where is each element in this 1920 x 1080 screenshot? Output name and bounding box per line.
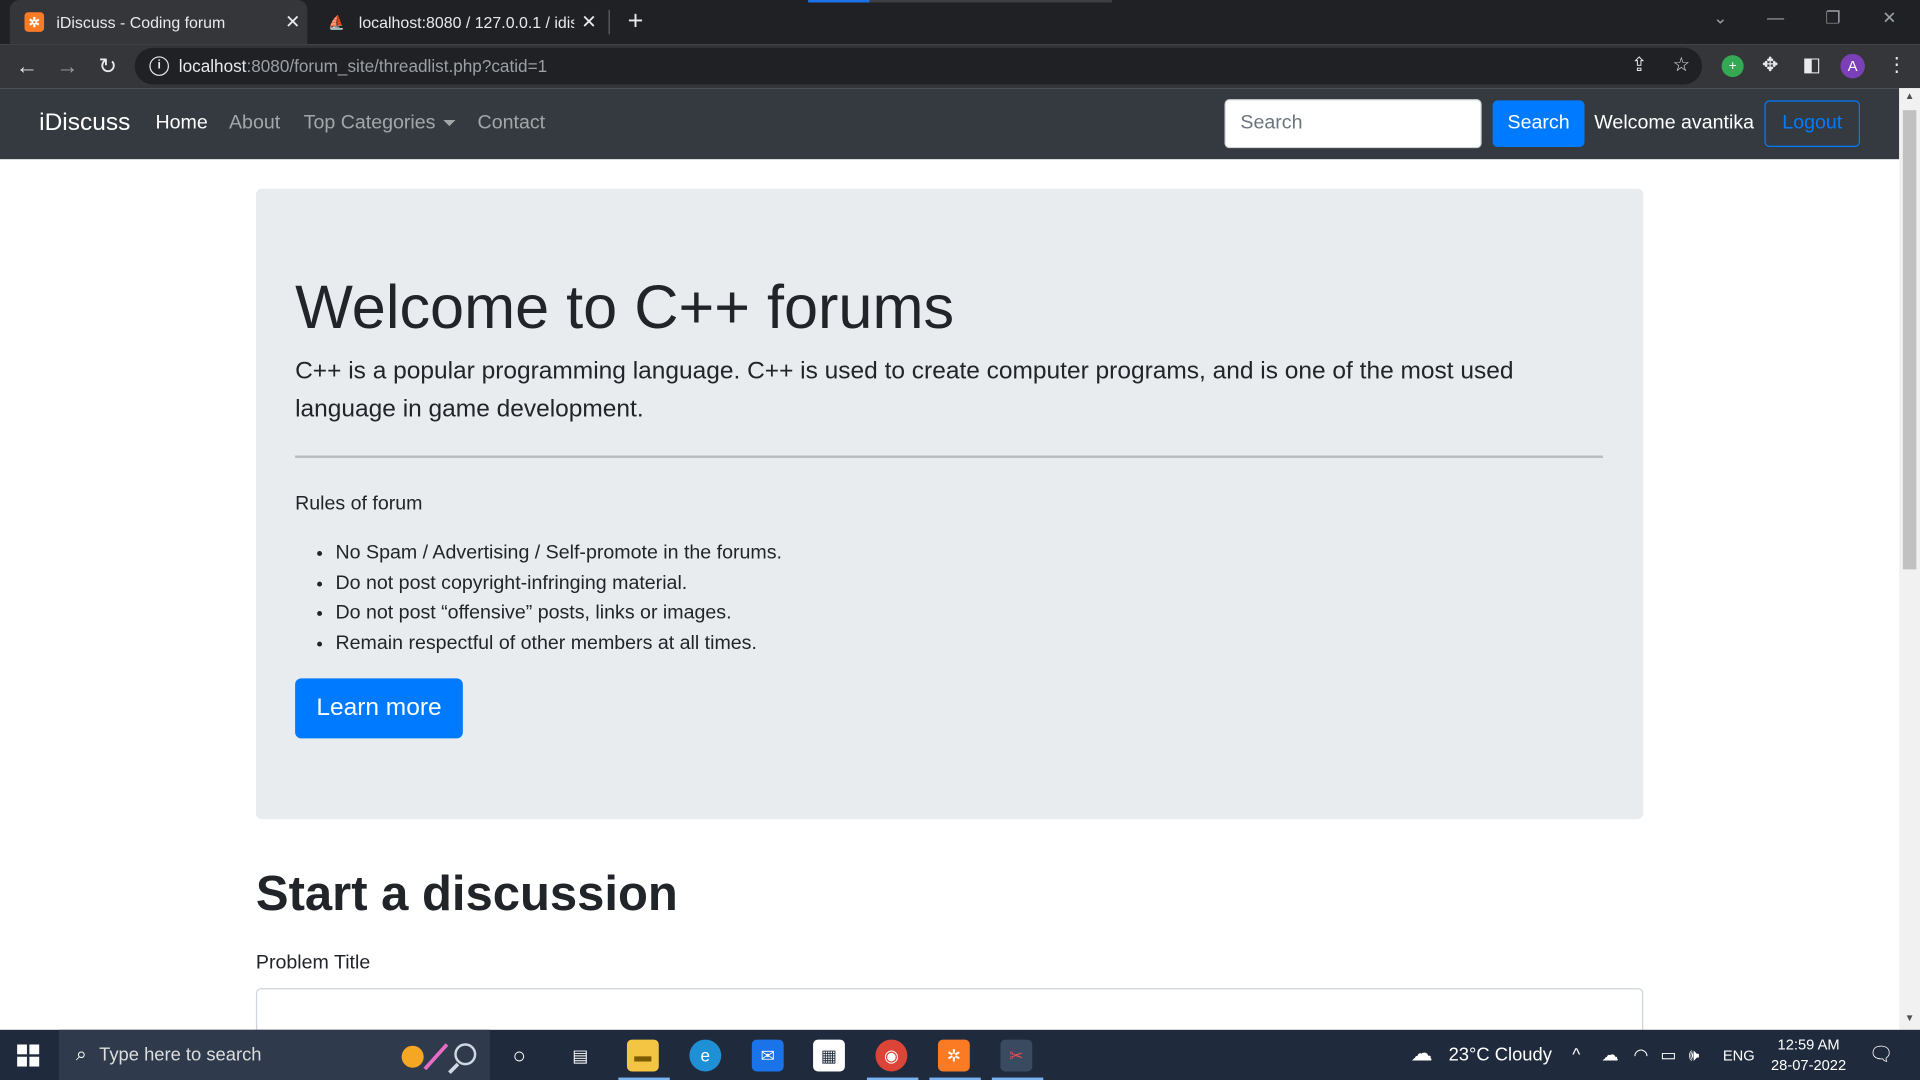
phpmyadmin-favicon-icon: ⛵ [328,15,346,31]
close-tab-icon[interactable]: ✕ [574,11,603,33]
scrollbar-thumb[interactable] [1902,110,1917,570]
rules-list: No Spam / Advertising / Self-promote in … [295,539,782,659]
search-highlight-icon [401,1043,477,1074]
url-path: :8080/forum_site/threadlist.php?catid=1 [246,56,548,76]
mail-icon[interactable]: ✉ [751,1039,784,1072]
rule-item: Do not post copyright-infringing materia… [336,569,782,599]
notification-center-icon[interactable]: 🗨 [1869,1042,1894,1066]
profile-avatar[interactable]: A [1840,53,1865,79]
battery-icon[interactable]: ▭ [1660,1044,1676,1065]
minimize-icon[interactable]: — [1757,7,1794,27]
site-info-icon[interactable]: i [149,56,169,76]
category-title: Welcome to C++ forums [295,273,955,342]
chrome-icon[interactable]: ◉ [875,1039,908,1072]
windows-taskbar: ⌕ Type here to search ○ ▤ ▬ e ✉ ▦ ◉ ✲ ✂ … [0,1029,1920,1080]
search-button[interactable]: Search [1492,100,1585,147]
tab-idiscuss[interactable]: ✲ iDiscuss - Coding forum ✕ [9,0,308,45]
extension-plus-icon[interactable]: + [1721,55,1744,78]
category-jumbotron: Welcome to C++ forums C++ is a popular p… [255,188,1644,820]
url-host: localhost [178,56,247,76]
logout-button[interactable]: Logout [1764,100,1861,147]
loading-indicator [808,0,870,3]
rules-heading: Rules of forum [295,493,423,515]
show-hidden-icons-chevron-icon[interactable]: ^ [1572,1044,1580,1064]
learn-more-button[interactable]: Learn more [295,678,463,739]
divider [295,455,1603,458]
problem-title-label: Problem Title [255,952,371,974]
scroll-up-icon[interactable]: ▲ [1899,88,1920,105]
wifi-icon[interactable]: ◠ [1633,1044,1648,1065]
clock-time: 12:59 AM [1777,1035,1840,1054]
tab-separator [608,9,610,35]
reload-icon[interactable]: ↻ [93,51,122,80]
snipping-tool-icon[interactable]: ✂ [1000,1039,1033,1072]
welcome-user-text: Welcome avantika [1594,112,1755,134]
new-tab-icon[interactable]: + [622,6,649,35]
nav-home[interactable]: Home [156,113,208,135]
edge-icon[interactable]: e [689,1039,722,1072]
start-discussion-heading: Start a discussion [255,866,678,921]
rule-item: Remain respectful of other members at al… [336,629,782,659]
category-description: C++ is a popular programming language. C… [295,357,1514,423]
address-bar[interactable]: i localhost:8080/forum_site/threadlist.p… [134,47,1703,85]
onedrive-icon[interactable]: ☁ [1602,1044,1619,1065]
screen: ✲ iDiscuss - Coding forum ✕ ⛵ localhost:… [0,0,1920,1080]
browser-tab-strip: ✲ iDiscuss - Coding forum ✕ ⛵ localhost:… [0,0,1920,45]
nav-top-categories-label: Top Categories [303,112,436,134]
caret-down-icon [442,120,456,127]
side-panel-icon[interactable]: ◧ [1802,53,1821,77]
language-indicator[interactable]: ENG [1723,1047,1755,1064]
nav-top-categories-dropdown[interactable]: Top Categories [303,112,456,135]
extensions-puzzle-icon[interactable]: ✥ [1762,53,1778,77]
store-icon[interactable]: ▦ [813,1039,845,1072]
xampp-favicon-icon: ✲ [24,12,45,32]
task-view-icon[interactable]: ▤ [564,1040,596,1072]
nav-about[interactable]: About [229,113,280,135]
close-window-icon[interactable]: ✕ [1871,7,1908,28]
cortana-icon[interactable]: ○ [503,1040,535,1072]
search-input[interactable]: Search [1224,99,1482,149]
search-icon: ⌕ [75,1043,87,1065]
site-navbar: iDiscuss Home About Top Categories Conta… [0,88,1900,160]
scroll-down-icon[interactable]: ▼ [1899,1010,1920,1027]
windows-start-icon[interactable] [17,1044,40,1067]
file-explorer-icon[interactable]: ▬ [626,1039,659,1072]
share-icon[interactable]: ⇪ [1631,53,1647,77]
cloudy-weather-icon[interactable]: ☁ [1411,1041,1433,1067]
browser-menu-icon[interactable]: ⋮ [1887,53,1907,77]
rule-item: Do not post “offensive” posts, links or … [336,599,782,629]
taskbar-search-placeholder: Type here to search [99,1044,262,1066]
nav-contact[interactable]: Contact [478,113,546,135]
rule-item: No Spam / Advertising / Self-promote in … [336,539,782,569]
restore-icon[interactable]: ❐ [1815,7,1852,28]
bookmark-star-icon[interactable]: ☆ [1673,53,1691,77]
tab-title: localhost:8080 / 127.0.0.1 / idiscu [358,12,575,32]
close-tab-icon[interactable]: ✕ [278,11,307,33]
weather-text[interactable]: 23°C Cloudy [1449,1044,1552,1065]
forward-icon[interactable]: → [53,51,82,80]
taskbar-search-box[interactable]: ⌕ Type here to search [58,1029,490,1080]
xampp-icon[interactable]: ✲ [937,1039,970,1072]
taskbar-clock[interactable]: 12:59 AM 28-07-2022 [1766,1035,1852,1077]
brand-logo[interactable]: iDiscuss [39,109,130,137]
volume-icon[interactable]: 🕪 [1689,1044,1700,1065]
clock-date: 28-07-2022 [1770,1056,1847,1074]
tab-title: iDiscuss - Coding forum [56,12,226,32]
tab-search-chevron-icon[interactable]: ⌄ [1702,7,1739,28]
browser-toolbar: ← → ↻ i localhost:8080/forum_site/thread… [0,44,1920,89]
tab-phpmyadmin[interactable]: ⛵ localhost:8080 / 127.0.0.1 / idiscu ✕ [312,0,603,44]
page-scrollbar[interactable]: ▲ ▼ [1899,88,1920,1030]
back-icon[interactable]: ← [12,51,41,80]
